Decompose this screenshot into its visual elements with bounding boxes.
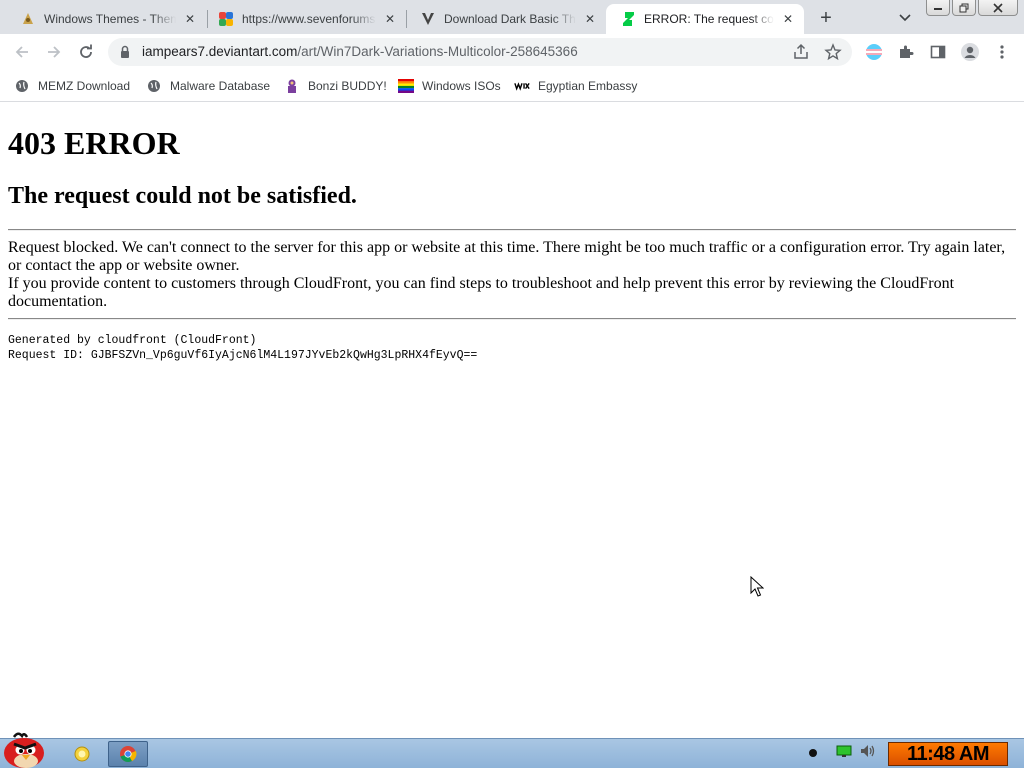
- tab-search-chevron-icon[interactable]: [894, 7, 916, 29]
- bookmarks-bar: MEMZ Download Malware Database Bonzi BUD…: [0, 70, 1024, 102]
- request-id-text: Request ID: GJBFSZVn_Vp6guVf6IyAjcN6lM4L…: [8, 349, 478, 362]
- error-message: Request blocked. We can't connect to the…: [8, 239, 1016, 311]
- tab-title: Download Dark Basic Theme: [444, 12, 576, 26]
- tab-close-icon[interactable]: ✕: [780, 11, 796, 27]
- themes-favicon-icon: [20, 11, 36, 27]
- volume-icon[interactable]: [860, 744, 876, 763]
- wix-icon: [514, 78, 530, 94]
- bookmark-bonzi-buddy[interactable]: Bonzi BUDDY!: [284, 76, 387, 96]
- divider-bottom: [8, 318, 1016, 320]
- share-icon[interactable]: [792, 43, 810, 61]
- taskbar-clock[interactable]: 11:48 AM: [888, 742, 1008, 766]
- url-text: iampears7.deviantart.com/art/Win7Dark-Va…: [142, 44, 578, 59]
- new-tab-button[interactable]: +: [814, 7, 838, 31]
- taskbar: 11:48 AM: [0, 732, 1024, 768]
- profile-flag-extension-icon[interactable]: [864, 42, 884, 62]
- back-button[interactable]: [10, 40, 34, 64]
- side-panel-icon[interactable]: [928, 42, 948, 62]
- page-content: 403 ERROR The request could not be satis…: [0, 103, 1024, 737]
- tab-windows-themes[interactable]: Windows Themes - Themes ✕: [0, 4, 206, 34]
- system-tray: [808, 744, 876, 763]
- start-button-angry-bird-icon[interactable]: [0, 731, 50, 768]
- network-icon[interactable]: [836, 744, 852, 763]
- error-message-line-1: Request blocked. We can't connect to the…: [8, 239, 1006, 274]
- profile-avatar-icon[interactable]: [960, 42, 980, 62]
- error-message-line-2: If you provide content to customers thro…: [8, 275, 955, 310]
- tab-title: Windows Themes - Themes: [44, 12, 176, 26]
- bookmark-egyptian-embassy[interactable]: Egyptian Embassy: [514, 76, 637, 96]
- tab-strip: Windows Themes - Themes ✕ https://www.se…: [0, 0, 1024, 34]
- close-window-button[interactable]: [978, 0, 1018, 16]
- restore-button[interactable]: [952, 0, 976, 16]
- globe-icon: [14, 78, 30, 94]
- deviantart-favicon-icon: [620, 11, 636, 27]
- tab-close-icon[interactable]: ✕: [382, 11, 398, 27]
- page-subheading: The request could not be satisfied.: [8, 183, 357, 209]
- tab-error-active[interactable]: ERROR: The request could not be satisfie…: [606, 4, 804, 34]
- url-path: /art/Win7Dark-Variations-Multicolor-2586…: [297, 44, 578, 59]
- bookmark-label: Egyptian Embassy: [538, 79, 638, 93]
- sevenforums-favicon-icon: [218, 11, 234, 27]
- tab-close-icon[interactable]: ✕: [182, 11, 198, 27]
- rainbow-flag-icon: [398, 78, 414, 94]
- divider-top: [8, 229, 1016, 231]
- window-controls: [926, 0, 1018, 16]
- url-domain: iampears7.deviantart.com: [142, 44, 298, 59]
- menu-kebab-icon[interactable]: [992, 42, 1012, 62]
- taskbar-explorer-icon[interactable]: [68, 741, 96, 767]
- bookmark-label: Malware Database: [170, 79, 271, 93]
- generated-by-text: Generated by cloudfront (CloudFront): [8, 334, 257, 347]
- mouse-cursor-icon: [750, 576, 764, 597]
- bonzi-icon: [284, 78, 300, 94]
- bookmark-label: Bonzi BUDDY!: [308, 79, 387, 93]
- tab-title: https://www.sevenforums.com: [242, 12, 376, 26]
- extensions-puzzle-icon[interactable]: [896, 42, 916, 62]
- bookmark-star-icon[interactable]: [824, 43, 842, 61]
- bookmark-label: Windows ISOs: [422, 79, 501, 93]
- tab-title: ERROR: The request could not be satisfie…: [644, 12, 774, 26]
- tab-sevenforums[interactable]: https://www.sevenforums.com ✕: [198, 4, 406, 34]
- bookmark-label: MEMZ Download: [38, 79, 131, 93]
- record-icon[interactable]: [808, 745, 818, 763]
- lock-icon[interactable]: [118, 45, 132, 59]
- page-heading: 403 ERROR: [8, 125, 180, 161]
- bookmark-memz-download[interactable]: MEMZ Download: [14, 76, 130, 96]
- tab-close-icon[interactable]: ✕: [582, 11, 598, 27]
- tab-download-dark-basic[interactable]: Download Dark Basic Theme ✕: [400, 4, 606, 34]
- download-favicon-icon: [420, 11, 436, 27]
- address-bar[interactable]: iampears7.deviantart.com/art/Win7Dark-Va…: [108, 38, 852, 66]
- reload-button[interactable]: [74, 40, 98, 64]
- browser-toolbar: iampears7.deviantart.com/art/Win7Dark-Va…: [0, 34, 1024, 70]
- forward-button[interactable]: [42, 40, 66, 64]
- taskbar-chrome-icon[interactable]: [108, 741, 148, 767]
- minimize-button[interactable]: [926, 0, 950, 16]
- globe-icon: [146, 78, 162, 94]
- error-details: Generated by cloudfront (CloudFront) Req…: [8, 333, 477, 363]
- bookmark-malware-database[interactable]: Malware Database: [146, 76, 270, 96]
- bookmark-windows-isos[interactable]: Windows ISOs: [398, 76, 501, 96]
